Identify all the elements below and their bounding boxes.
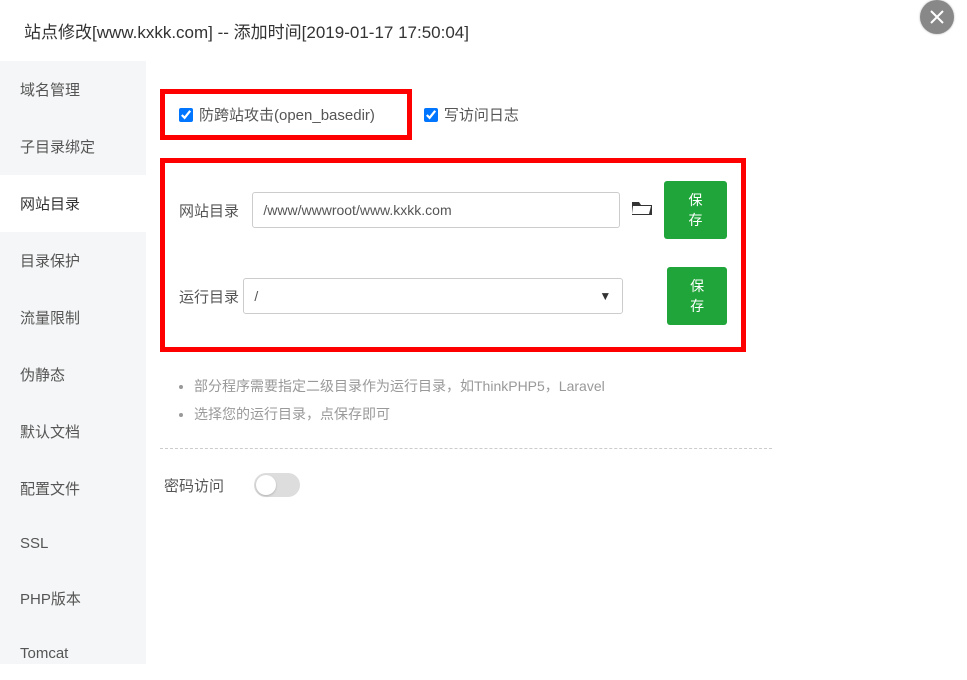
sidebar-item-config-file[interactable]: 配置文件 xyxy=(0,460,146,517)
sidebar: 域名管理 子目录绑定 网站目录 目录保护 流量限制 伪静态 默认文档 配置文件 … xyxy=(0,61,146,664)
highlight-box-1: 防跨站攻击(open_basedir) xyxy=(160,89,412,140)
checkbox-row: 防跨站攻击(open_basedir) 写访问日志 xyxy=(160,89,926,140)
run-dir-select[interactable]: / xyxy=(243,278,623,314)
sidebar-item-label: 默认文档 xyxy=(20,424,80,441)
open-basedir-checkbox-item: 防跨站攻击(open_basedir) xyxy=(179,104,375,125)
password-access-label: 密码访问 xyxy=(164,475,254,496)
site-dir-save-button[interactable]: 保存 xyxy=(664,181,727,239)
sidebar-item-rewrite[interactable]: 伪静态 xyxy=(0,346,146,403)
toggle-knob xyxy=(256,475,276,495)
sidebar-item-traffic-limit[interactable]: 流量限制 xyxy=(0,289,146,346)
access-log-label: 写访问日志 xyxy=(444,104,519,125)
access-log-checkbox[interactable] xyxy=(424,108,438,122)
site-dir-label: 网站目录 xyxy=(179,200,252,221)
sidebar-item-label: 配置文件 xyxy=(20,481,80,498)
sidebar-item-label: PHP版本 xyxy=(20,591,81,608)
open-basedir-checkbox[interactable] xyxy=(179,108,193,122)
modal-body: 域名管理 子目录绑定 网站目录 目录保护 流量限制 伪静态 默认文档 配置文件 … xyxy=(0,61,940,664)
password-access-toggle[interactable] xyxy=(254,473,300,497)
sidebar-item-label: 域名管理 xyxy=(20,82,80,99)
run-dir-save-button[interactable]: 保存 xyxy=(667,267,727,325)
run-dir-label: 运行目录 xyxy=(179,286,243,307)
site-dir-row: 网站目录 保存 xyxy=(179,181,727,239)
run-dir-select-wrapper: / ▼ xyxy=(243,278,623,314)
hint-item: 部分程序需要指定二级目录作为运行目录，如ThinkPHP5，Laravel xyxy=(194,372,772,400)
sidebar-item-label: Tomcat xyxy=(20,645,68,662)
sidebar-item-label: 目录保护 xyxy=(20,253,80,270)
site-dir-input[interactable] xyxy=(252,192,620,228)
sidebar-item-label: SSL xyxy=(20,535,48,552)
content-area: 防跨站攻击(open_basedir) 写访问日志 网站目录 xyxy=(146,61,940,664)
sidebar-item-ssl[interactable]: SSL xyxy=(0,517,146,570)
sidebar-item-label: 伪静态 xyxy=(20,367,65,384)
sidebar-item-label: 网站目录 xyxy=(20,196,80,213)
folder-icon[interactable] xyxy=(632,200,652,221)
sidebar-item-dir-protect[interactable]: 目录保护 xyxy=(0,232,146,289)
modal-title: 站点修改[www.kxkk.com] -- 添加时间[2019-01-17 17… xyxy=(0,0,940,61)
hints-list: 部分程序需要指定二级目录作为运行目录，如ThinkPHP5，Laravel 选择… xyxy=(160,372,772,449)
sidebar-item-php-version[interactable]: PHP版本 xyxy=(0,570,146,627)
run-dir-row: 运行目录 / ▼ 保存 xyxy=(179,267,727,325)
sidebar-item-label: 流量限制 xyxy=(20,310,80,327)
highlight-box-2: 网站目录 保存 运行目录 / ▼ xyxy=(160,158,746,352)
sidebar-item-default-doc[interactable]: 默认文档 xyxy=(0,403,146,460)
sidebar-item-subdir-bind[interactable]: 子目录绑定 xyxy=(0,118,146,175)
modal-container: 站点修改[www.kxkk.com] -- 添加时间[2019-01-17 17… xyxy=(0,0,940,661)
close-button[interactable] xyxy=(920,0,954,34)
password-access-row: 密码访问 xyxy=(160,473,926,497)
sidebar-item-label: 子目录绑定 xyxy=(20,139,95,156)
sidebar-item-domain-manage[interactable]: 域名管理 xyxy=(0,61,146,118)
sidebar-item-site-dir[interactable]: 网站目录 xyxy=(0,175,146,232)
hint-item: 选择您的运行目录，点保存即可 xyxy=(194,400,772,428)
close-icon xyxy=(929,9,945,25)
sidebar-item-tomcat[interactable]: Tomcat xyxy=(0,627,146,680)
open-basedir-label: 防跨站攻击(open_basedir) xyxy=(199,104,375,125)
access-log-checkbox-item: 写访问日志 xyxy=(424,104,519,125)
